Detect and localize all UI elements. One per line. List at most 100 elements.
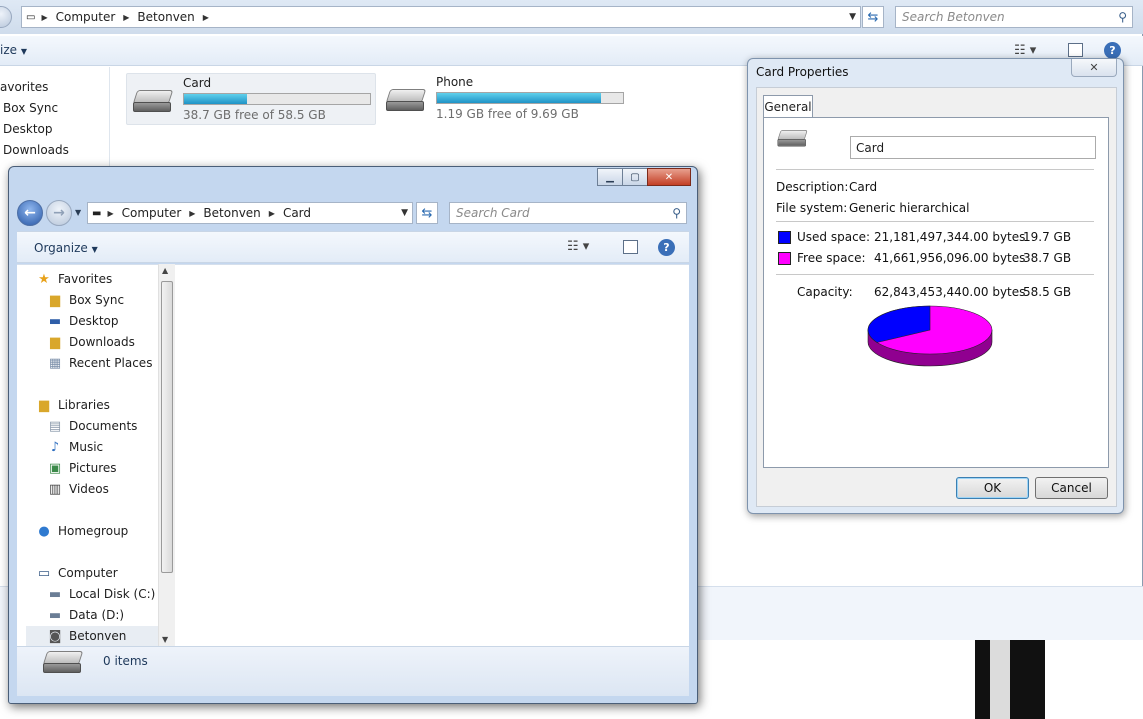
breadcrumb-computer[interactable]: Computer (116, 206, 188, 220)
removable-drive-icon (384, 89, 428, 115)
nav-downloads[interactable]: Downloads (3, 143, 69, 157)
view-options-icon[interactable]: ☷ ▾ (1014, 43, 1036, 58)
nav-box-sync[interactable]: Box Sync (3, 101, 58, 115)
organize-label: ize (0, 43, 18, 57)
nav-libraries[interactable]: ▆ Libraries (36, 397, 110, 413)
minimize-button[interactable]: ▁ (597, 168, 623, 186)
star-icon: ★ (38, 271, 50, 287)
maximize-button[interactable]: ▢ (622, 168, 648, 186)
background-forward-button[interactable] (0, 6, 12, 28)
nav-label: Homegroup (58, 524, 129, 538)
nav-label: Documents (69, 419, 138, 433)
ok-button[interactable]: OK (956, 477, 1029, 499)
breadcrumb-card[interactable]: Card (277, 206, 317, 220)
general-tab-page: Card Description: Card File system: Gene… (763, 117, 1109, 468)
nav-local-disk-c[interactable]: ▬ Local Disk (C:) (47, 586, 156, 602)
organize-button[interactable]: ize ▼ (0, 43, 27, 57)
recent-places-icon: ▦ (48, 355, 62, 371)
drive-usage-bar (436, 92, 624, 104)
videos-icon: ▥ (48, 481, 62, 497)
nav-label: Videos (69, 482, 109, 496)
nav-label: Downloads (69, 335, 135, 349)
chevron-down-icon: ▼ (91, 245, 98, 254)
nav-computer[interactable]: ▭ Computer (36, 565, 118, 581)
computer-icon: ▭ (37, 565, 51, 581)
drive-tile-card[interactable]: Card 38.7 GB free of 58.5 GB (126, 73, 376, 125)
folder-icon: ▆ (50, 292, 60, 308)
description-value: Card (849, 180, 878, 194)
help-icon[interactable]: ? (658, 239, 675, 256)
nav-label: Recent Places (69, 356, 153, 370)
help-icon[interactable]: ? (1104, 42, 1121, 59)
nav-recent-places[interactable]: ▦ Recent Places (47, 355, 153, 371)
card-properties-dialog: Card Properties ✕ General Card Descripti… (747, 58, 1124, 514)
cancel-button[interactable]: Cancel (1035, 477, 1108, 499)
scroll-up-arrow-icon[interactable]: ▲ (162, 266, 168, 275)
nav-desktop[interactable]: ▬ Desktop (47, 314, 119, 329)
nav-pictures[interactable]: ▣ Pictures (47, 461, 117, 476)
refresh-button[interactable]: ⇆ (862, 6, 884, 28)
nav-favorites[interactable]: avorites (0, 80, 48, 94)
recent-pages-chevron-icon[interactable]: ▼ (75, 208, 81, 217)
tab-general[interactable]: General (763, 95, 813, 118)
chevron-down-icon[interactable]: ▼ (397, 208, 412, 218)
front-search-input[interactable]: Search Card ⚲ (449, 202, 687, 224)
breadcrumb-arrow-icon: ▶ (41, 12, 48, 22)
background-search-input[interactable]: Search Betonven ⚲ (895, 6, 1133, 28)
nav-downloads[interactable]: ▆ Downloads (47, 335, 135, 350)
scroll-down-arrow-icon[interactable]: ▼ (162, 635, 168, 644)
background-address-row: ▭ ▶ Computer ▶ Betonven ▶ ▼ ⇆ Search Bet… (0, 0, 1143, 34)
drive-name-field[interactable]: Card (850, 136, 1096, 159)
drive-icon: ▭ (26, 11, 36, 23)
preview-pane-icon[interactable] (623, 240, 638, 254)
refresh-icon: ⇆ (421, 205, 433, 221)
local-disk-icon: ▬ (48, 586, 62, 602)
nav-label: Local Disk (C:) (69, 587, 156, 601)
nav-favorites[interactable]: ★ Favorites (36, 271, 112, 287)
forward-button[interactable]: → (46, 200, 72, 226)
nav-box-sync[interactable]: ▆ Box Sync (47, 292, 124, 308)
nav-pane-scrollbar[interactable]: ▲ ▼ (158, 264, 175, 646)
nav-label: Music (69, 440, 104, 454)
free-space-bytes: 41,661,956,096.00 bytes (874, 251, 1026, 265)
scrollbar-thumb[interactable] (161, 281, 173, 573)
separator (776, 221, 1094, 222)
nav-desktop[interactable]: Desktop (3, 122, 53, 136)
breadcrumb-computer[interactable]: Computer (50, 10, 122, 24)
nav-music[interactable]: ♪ Music (47, 440, 104, 455)
breadcrumb-betonven[interactable]: Betonven (131, 10, 200, 24)
forward-arrow-icon: → (53, 205, 65, 221)
drive-name: Card (183, 76, 212, 90)
nav-label: Pictures (69, 461, 117, 475)
drive-name: Phone (436, 75, 474, 89)
view-options-icon[interactable]: ☷ ▾ (567, 239, 589, 254)
close-button[interactable]: ✕ (647, 168, 691, 186)
breadcrumb-arrow-icon: ▶ (107, 208, 114, 218)
organize-label: Organize (34, 241, 88, 255)
back-button[interactable]: ← (17, 200, 43, 226)
chevron-down-icon[interactable]: ▼ (845, 12, 860, 22)
camera-device-icon: ◙ (48, 628, 62, 644)
refresh-button[interactable]: ⇆ (416, 202, 438, 224)
back-arrow-icon: ← (24, 205, 36, 221)
minimize-icon: ▁ (606, 171, 614, 183)
removable-drive-icon (776, 130, 809, 150)
nav-documents[interactable]: ▤ Documents (47, 419, 138, 434)
free-space-label: Free space: (797, 251, 866, 265)
libraries-icon: ▆ (39, 397, 49, 413)
search-icon: ⚲ (1118, 10, 1127, 24)
chevron-down-icon: ▼ (20, 47, 27, 56)
nav-videos[interactable]: ▥ Videos (47, 481, 109, 497)
capacity-label: Capacity: (797, 285, 853, 299)
front-address-bar[interactable]: ▬ ▶ Computer ▶ Betonven ▶ Card ▼ (87, 202, 413, 224)
nav-data-d[interactable]: ▬ Data (D:) (47, 608, 124, 623)
nav-betonven[interactable]: ◙ Betonven (26, 626, 163, 646)
dialog-close-button[interactable]: ✕ (1071, 59, 1117, 77)
preview-pane-icon[interactable] (1068, 43, 1083, 57)
breadcrumb-betonven[interactable]: Betonven (197, 206, 266, 220)
drive-tile-phone[interactable]: Phone 1.19 GB free of 9.69 GB (380, 73, 630, 125)
organize-button[interactable]: Organize ▼ (34, 241, 98, 255)
nav-homegroup[interactable]: ● Homegroup (36, 524, 129, 539)
nav-label: Betonven (69, 629, 127, 643)
background-address-bar[interactable]: ▭ ▶ Computer ▶ Betonven ▶ ▼ (21, 6, 861, 28)
